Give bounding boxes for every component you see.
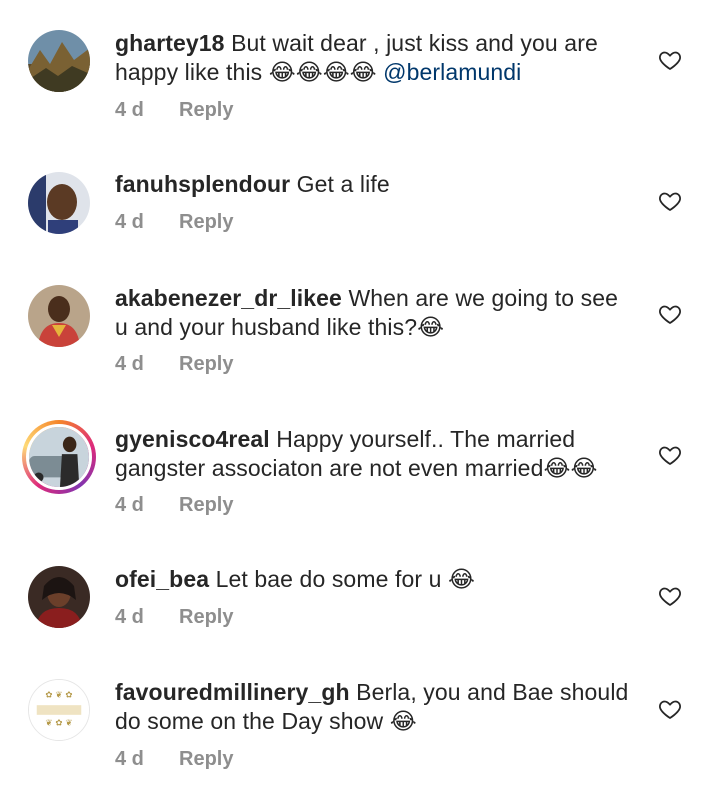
svg-text:❦ ✿ ❦: ❦ ✿ ❦: [45, 718, 72, 728]
heart-outline-icon[interactable]: [658, 584, 682, 608]
comment-emojis: 😂: [417, 315, 445, 341]
comment-age: 4 d: [115, 99, 144, 121]
comment-text: ghartey18 But wait dear , just kiss and …: [115, 29, 635, 88]
comments-list: ghartey18 But wait dear , just kiss and …: [0, 0, 720, 787]
comment-username[interactable]: gyenisco4real: [115, 426, 270, 452]
comment-text: gyenisco4real Happy yourself.. The marri…: [115, 425, 635, 484]
comment-age: 4 d: [115, 606, 144, 628]
avatar-story-ring[interactable]: [22, 420, 96, 494]
comment-meta: 4 d Reply: [115, 748, 233, 771]
avatar-image: [29, 427, 89, 487]
comment-age: 4 d: [115, 211, 144, 233]
avatar[interactable]: [28, 285, 90, 347]
avatar-image: ✿ ❦ ✿ ❦ ✿ ❦: [29, 680, 89, 740]
avatar: [26, 424, 92, 490]
avatar[interactable]: ✿ ❦ ✿ ❦ ✿ ❦: [28, 679, 90, 741]
reply-button[interactable]: Reply: [179, 353, 233, 375]
avatar-image: [28, 172, 90, 234]
comment-text: favouredmillinery_gh Berla, you and Bae …: [115, 678, 635, 737]
comment-text: fanuhsplendour Get a life: [115, 170, 635, 199]
avatar[interactable]: [28, 172, 90, 234]
heart-outline-icon[interactable]: [658, 443, 682, 467]
comment-username[interactable]: akabenezer_dr_likee: [115, 285, 342, 311]
avatar[interactable]: [28, 30, 90, 92]
comment-mention[interactable]: @berlamundi: [383, 59, 521, 85]
heart-outline-icon[interactable]: [658, 697, 682, 721]
heart-outline-icon[interactable]: [658, 48, 682, 72]
comment-emojis: 😂😂😂😂: [268, 60, 377, 86]
avatar-image: [28, 566, 90, 628]
avatar[interactable]: [28, 566, 90, 628]
reply-button[interactable]: Reply: [179, 99, 233, 121]
comment-meta: 4 d Reply: [115, 99, 233, 122]
reply-button[interactable]: Reply: [179, 748, 233, 770]
comment-body: Let bae do some for u: [215, 566, 442, 592]
comment-age: 4 d: [115, 353, 144, 375]
comment-emojis: 😂: [389, 709, 417, 735]
comment-meta: 4 d Reply: [115, 606, 233, 629]
comment-meta: 4 d Reply: [115, 211, 233, 234]
heart-outline-icon[interactable]: [658, 189, 682, 213]
reply-button[interactable]: Reply: [179, 211, 233, 233]
comment-emojis: 😂😂: [543, 456, 598, 482]
avatar-image: [28, 285, 90, 347]
comment-username[interactable]: fanuhsplendour: [115, 171, 290, 197]
reply-button[interactable]: Reply: [179, 606, 233, 628]
avatar-image: [28, 30, 90, 92]
comment-text: ofei_bea Let bae do some for u 😂: [115, 565, 635, 595]
comment-text: akabenezer_dr_likee When are we going to…: [115, 284, 635, 343]
comment-age: 4 d: [115, 494, 144, 516]
reply-button[interactable]: Reply: [179, 494, 233, 516]
comment-meta: 4 d Reply: [115, 494, 233, 517]
comment-emojis: 😂: [447, 567, 475, 593]
comment-username[interactable]: favouredmillinery_gh: [115, 679, 350, 705]
comment-username[interactable]: ghartey18: [115, 30, 225, 56]
comment-meta: 4 d Reply: [115, 353, 233, 376]
svg-text:✿ ❦ ✿: ✿ ❦ ✿: [45, 690, 73, 700]
comment-body: Get a life: [296, 171, 390, 197]
comment-age: 4 d: [115, 748, 144, 770]
heart-outline-icon[interactable]: [658, 302, 682, 326]
comment-username[interactable]: ofei_bea: [115, 566, 209, 592]
